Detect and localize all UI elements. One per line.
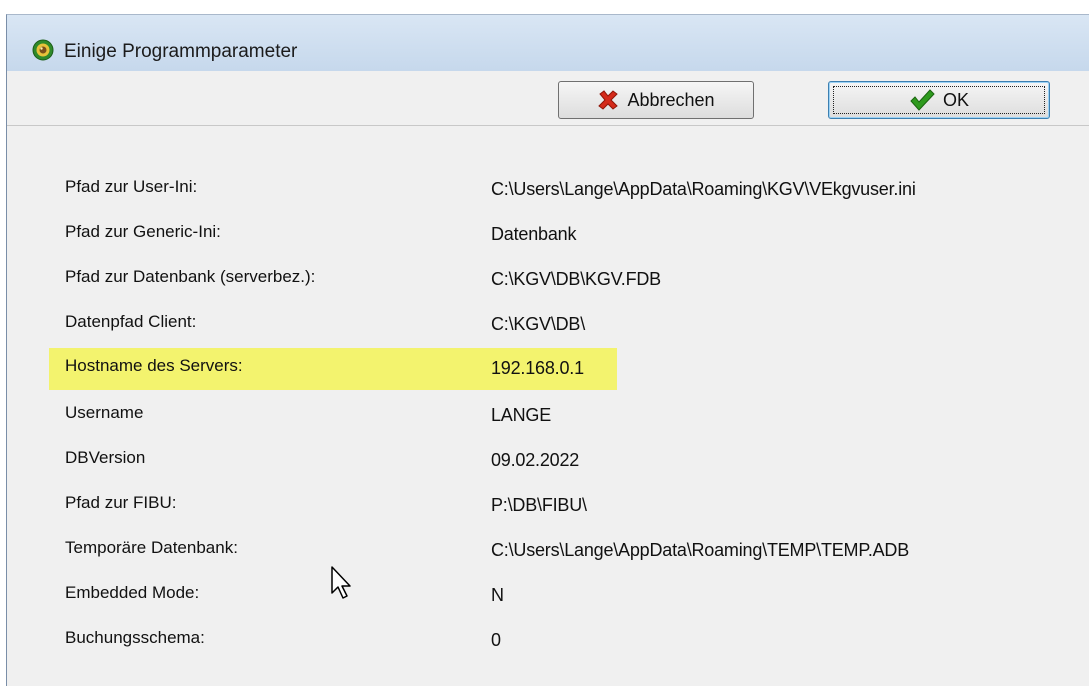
param-row-embedded-mode: Embedded Mode: N [47, 575, 1069, 611]
param-label: Temporäre Datenbank: [65, 538, 238, 557]
red-x-icon [598, 90, 619, 110]
param-row-buchungsschema: Buchungsschema: 0 [47, 620, 1069, 656]
param-value: Datenbank [491, 224, 577, 244]
param-label: Datenpfad Client: [65, 312, 197, 331]
dialog-window: Einige Programmparameter Abbrechen OK Pf… [6, 14, 1089, 686]
param-row-temp-db: Temporäre Datenbank: C:\Users\Lange\AppD… [47, 530, 1069, 566]
param-row-datenpfad-client: Datenpfad Client: C:\KGV\DB\ [47, 304, 1069, 340]
param-label: Pfad zur User-Ini: [65, 177, 198, 196]
param-value: C:\KGV\DB\KGV.FDB [491, 269, 661, 289]
param-row-user-ini: Pfad zur User-Ini: C:\Users\Lange\AppDat… [47, 169, 1069, 205]
param-value: LANGE [491, 405, 552, 425]
param-value: 192.168.0.1 [491, 358, 584, 378]
toolbar: Abbrechen OK [7, 71, 1089, 126]
mouse-pointer-icon [331, 566, 351, 599]
param-value: P:\DB\FIBU\ [491, 495, 587, 515]
ok-button[interactable]: OK [828, 81, 1050, 119]
param-row-hostname: Hostname des Servers: 192.168.0.1 [47, 348, 1069, 390]
param-row-fibu: Pfad zur FIBU: P:\DB\FIBU\ [47, 485, 1069, 521]
parameter-list: Pfad zur User-Ini: C:\Users\Lange\AppDat… [7, 126, 1089, 686]
param-row-generic-ini: Pfad zur Generic-Ini: Datenbank [47, 214, 1069, 250]
title-bar[interactable]: Einige Programmparameter [7, 15, 1089, 72]
param-value: 09.02.2022 [491, 450, 580, 470]
param-row-datenbank: Pfad zur Datenbank (serverbez.): C:\KGV\… [47, 259, 1069, 295]
param-value: 0 [491, 630, 501, 650]
window-title: Einige Programmparameter [64, 41, 298, 62]
cancel-button[interactable]: Abbrechen [558, 81, 754, 119]
param-label: Pfad zur Datenbank (serverbez.): [65, 267, 316, 286]
param-value: C:\Users\Lange\AppData\Roaming\TEMP\TEMP… [491, 540, 910, 560]
param-row-dbversion: DBVersion 09.02.2022 [47, 440, 1069, 476]
focus-rectangle [833, 86, 1045, 114]
param-label: Hostname des Servers: [65, 356, 243, 375]
param-label: Pfad zur Generic-Ini: [65, 222, 221, 241]
param-label: Username [65, 403, 144, 422]
param-label: DBVersion [65, 448, 146, 467]
cancel-button-label: Abbrechen [627, 89, 715, 110]
param-row-username: Username LANGE [47, 395, 1069, 431]
param-label: Pfad zur FIBU: [65, 493, 177, 512]
param-value: N [491, 585, 504, 605]
kgv-app-icon [32, 39, 54, 61]
param-value: C:\Users\Lange\AppData\Roaming\KGV\VEkgv… [491, 179, 916, 199]
param-label: Embedded Mode: [65, 583, 200, 602]
param-label: Buchungsschema: [65, 628, 205, 647]
param-value: C:\KGV\DB\ [491, 314, 586, 334]
